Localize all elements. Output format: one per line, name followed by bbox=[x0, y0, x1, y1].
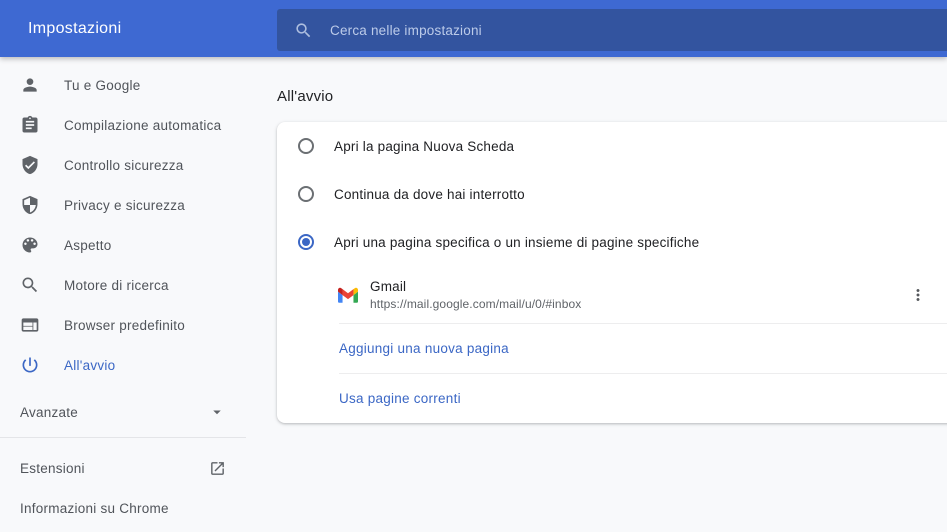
radio-icon-selected[interactable] bbox=[298, 234, 314, 250]
startup-options-card: Apri la pagina Nuova Scheda Continua da … bbox=[277, 122, 947, 423]
sidebar-item-tu-e-google[interactable]: Tu e Google bbox=[0, 65, 246, 105]
advanced-label: Avanzate bbox=[20, 405, 78, 420]
sidebar-item-label: Tu e Google bbox=[64, 78, 141, 93]
sidebar-item-motore-di-ricerca[interactable]: Motore di ricerca bbox=[0, 265, 246, 305]
sidebar-item-avanzate[interactable]: Avanzate bbox=[0, 392, 246, 432]
browser-window-icon bbox=[20, 315, 40, 335]
section-title: All'avvio bbox=[277, 88, 333, 105]
sidebar-item-controllo-sicurezza[interactable]: Controllo sicurezza bbox=[0, 145, 246, 185]
radio-option-label: Continua da dove hai interrotto bbox=[334, 187, 525, 202]
sidebar-item-label: Privacy e sicurezza bbox=[64, 198, 185, 213]
power-icon bbox=[20, 355, 40, 375]
more-actions-button[interactable] bbox=[906, 283, 930, 307]
radio-option-new-tab[interactable]: Apri la pagina Nuova Scheda bbox=[277, 122, 947, 170]
sidebar-nav: Tu e Google Compilazione automatica Cont… bbox=[0, 57, 246, 432]
search-input[interactable] bbox=[330, 9, 947, 51]
palette-icon bbox=[20, 235, 40, 255]
sidebar-item-aspetto[interactable]: Aspetto bbox=[0, 225, 246, 265]
security-shield-icon bbox=[20, 195, 40, 215]
startup-page-info: Gmail https://mail.google.com/mail/u/0/#… bbox=[370, 279, 581, 311]
sidebar-item-label: Browser predefinito bbox=[64, 318, 185, 333]
startup-page-row: Gmail https://mail.google.com/mail/u/0/#… bbox=[277, 266, 947, 323]
sidebar-item-compilazione-automatica[interactable]: Compilazione automatica bbox=[0, 105, 246, 145]
open-in-new-icon bbox=[209, 460, 226, 477]
person-icon bbox=[20, 75, 40, 95]
sidebar: Tu e Google Compilazione automatica Cont… bbox=[0, 57, 246, 532]
radio-option-continue[interactable]: Continua da dove hai interrotto bbox=[277, 170, 947, 218]
header-toolbar: Impostazioni bbox=[0, 0, 947, 57]
radio-option-label: Apri una pagina specifica o un insieme d… bbox=[334, 235, 699, 250]
autofill-clipboard-icon bbox=[20, 115, 40, 135]
add-new-page-label: Aggiungi una nuova pagina bbox=[339, 341, 509, 356]
footer-item-label: Informazioni su Chrome bbox=[20, 501, 169, 516]
radio-option-label: Apri la pagina Nuova Scheda bbox=[334, 139, 514, 154]
sidebar-item-label: Controllo sicurezza bbox=[64, 158, 184, 173]
footer-item-label: Estensioni bbox=[20, 461, 85, 476]
sidebar-footer: Estensioni Informazioni su Chrome bbox=[0, 438, 246, 528]
more-vert-icon bbox=[909, 286, 927, 304]
startup-page-title: Gmail bbox=[370, 279, 581, 294]
sidebar-item-label: All'avvio bbox=[64, 358, 115, 373]
search-icon bbox=[294, 21, 313, 40]
chrome-settings-page: Impostazioni Tu e Google Compilazione au… bbox=[0, 0, 947, 532]
settings-search-box[interactable] bbox=[277, 9, 947, 51]
radio-icon[interactable] bbox=[298, 186, 314, 202]
page-title: Impostazioni bbox=[28, 0, 121, 57]
radio-option-specific-pages[interactable]: Apri una pagina specifica o un insieme d… bbox=[277, 218, 947, 266]
add-new-page-button[interactable]: Aggiungi una nuova pagina bbox=[277, 324, 947, 373]
sidebar-item-label: Motore di ricerca bbox=[64, 278, 169, 293]
radio-icon[interactable] bbox=[298, 138, 314, 154]
search-engine-icon bbox=[20, 275, 40, 295]
sidebar-item-browser-predefinito[interactable]: Browser predefinito bbox=[0, 305, 246, 345]
safety-check-shield-icon bbox=[20, 155, 40, 175]
sidebar-item-privacy-e-sicurezza[interactable]: Privacy e sicurezza bbox=[0, 185, 246, 225]
use-current-pages-button[interactable]: Usa pagine correnti bbox=[277, 374, 947, 423]
sidebar-item-label: Aspetto bbox=[64, 238, 112, 253]
gmail-icon bbox=[338, 287, 358, 303]
startup-page-url: https://mail.google.com/mail/u/0/#inbox bbox=[370, 297, 581, 311]
sidebar-item-label: Compilazione automatica bbox=[64, 118, 221, 133]
sidebar-item-estensioni[interactable]: Estensioni bbox=[0, 448, 246, 488]
sidebar-item-allavvio[interactable]: All'avvio bbox=[0, 345, 246, 385]
sidebar-item-informazioni-su-chrome[interactable]: Informazioni su Chrome bbox=[0, 488, 246, 528]
use-current-pages-label: Usa pagine correnti bbox=[339, 391, 461, 406]
chevron-down-icon bbox=[208, 403, 226, 421]
